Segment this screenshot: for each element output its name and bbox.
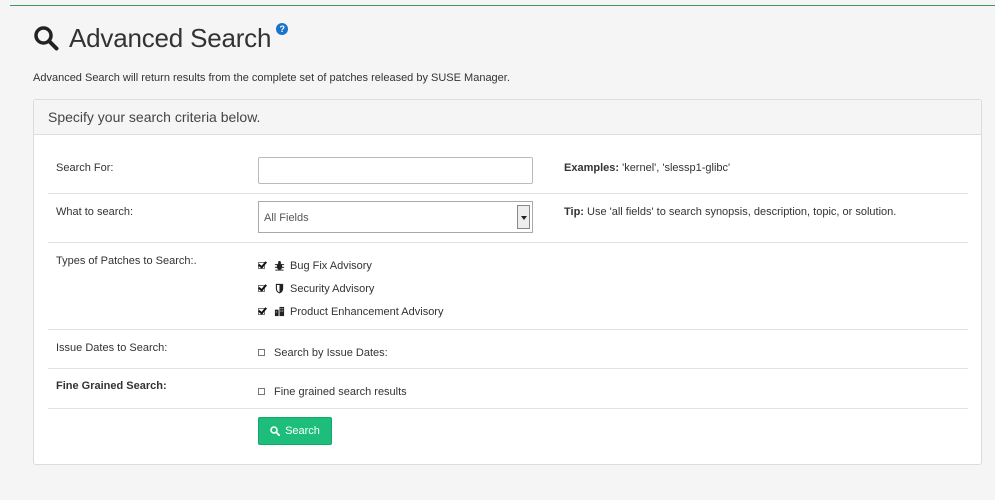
fine-grained-checkbox[interactable] [258, 388, 265, 395]
fine-grained-row: Fine Grained Search: Fine grained search… [48, 369, 968, 409]
what-to-search-row: What to search: All Fields Tip: Use 'all… [48, 194, 968, 243]
fine-grained-option[interactable]: Fine grained search results [258, 380, 407, 403]
search-for-row: Search For: Examples: 'kernel', 'slessp1… [48, 145, 968, 194]
patch-types-row: Types of Patches to Search:. Bug Fix Adv… [48, 243, 968, 330]
enhancement-label: Product Enhancement Advisory [290, 305, 444, 318]
search-examples: Examples: 'kernel', 'slessp1-glibc' [564, 162, 730, 174]
issue-dates-row: Issue Dates to Search: Search by Issue D… [48, 330, 968, 369]
issue-dates-label: Issue Dates to Search: [56, 342, 168, 354]
security-label: Security Advisory [290, 282, 375, 295]
search-button-label: Search [285, 425, 320, 437]
search-icon [270, 426, 281, 436]
search-for-label: Search For: [56, 162, 114, 174]
search-criteria-panel: Specify your search criteria below. Sear… [33, 99, 982, 465]
submit-row: Search [48, 409, 968, 457]
examples-label: Examples: [564, 162, 620, 174]
fine-grained-option-label: Fine grained search results [274, 385, 407, 398]
bug-fix-checkbox[interactable] [258, 262, 265, 269]
patch-type-option[interactable]: Bug Fix Advisory [258, 254, 443, 277]
shield-icon [275, 283, 284, 294]
search-icon [34, 26, 59, 51]
patch-types-label: Types of Patches to Search:. [56, 255, 197, 267]
bug-fix-label: Bug Fix Advisory [290, 259, 372, 272]
search-tip: Tip: Use 'all fields' to search synopsis… [564, 206, 896, 218]
dropdown-arrow-icon[interactable] [517, 205, 530, 229]
search-button[interactable]: Search [258, 417, 332, 445]
issue-dates-checkbox[interactable] [258, 349, 265, 356]
panel-heading: Specify your search criteria below. [34, 100, 981, 135]
what-to-search-select[interactable]: All Fields [258, 201, 533, 233]
bug-icon [274, 261, 285, 271]
page-title: Advanced Search [69, 22, 272, 53]
search-for-input[interactable] [258, 157, 533, 184]
what-to-search-label: What to search: [56, 206, 134, 218]
issue-dates-option[interactable]: Search by Issue Dates: [258, 341, 388, 364]
selected-option: All Fields [264, 212, 309, 224]
patch-type-option[interactable]: Product Enhancement Advisory [258, 300, 443, 323]
page-intro: Advanced Search will return results from… [33, 72, 510, 84]
patch-type-option[interactable]: Security Advisory [258, 277, 443, 300]
tip-label: Tip: [564, 206, 584, 218]
issue-dates-option-label: Search by Issue Dates: [274, 346, 388, 359]
top-border [0, 0, 995, 8]
help-icon[interactable]: ? [276, 23, 289, 35]
fine-grained-label: Fine Grained Search: [56, 380, 167, 392]
page-header: Advanced Search ? [33, 20, 289, 56]
tip-text: Use 'all fields' to search synopsis, des… [583, 206, 897, 218]
enhancement-icon [274, 306, 285, 317]
examples-text: 'kernel', 'slessp1-glibc' [619, 162, 731, 174]
enhancement-checkbox[interactable] [258, 308, 265, 315]
security-checkbox[interactable] [258, 285, 265, 292]
